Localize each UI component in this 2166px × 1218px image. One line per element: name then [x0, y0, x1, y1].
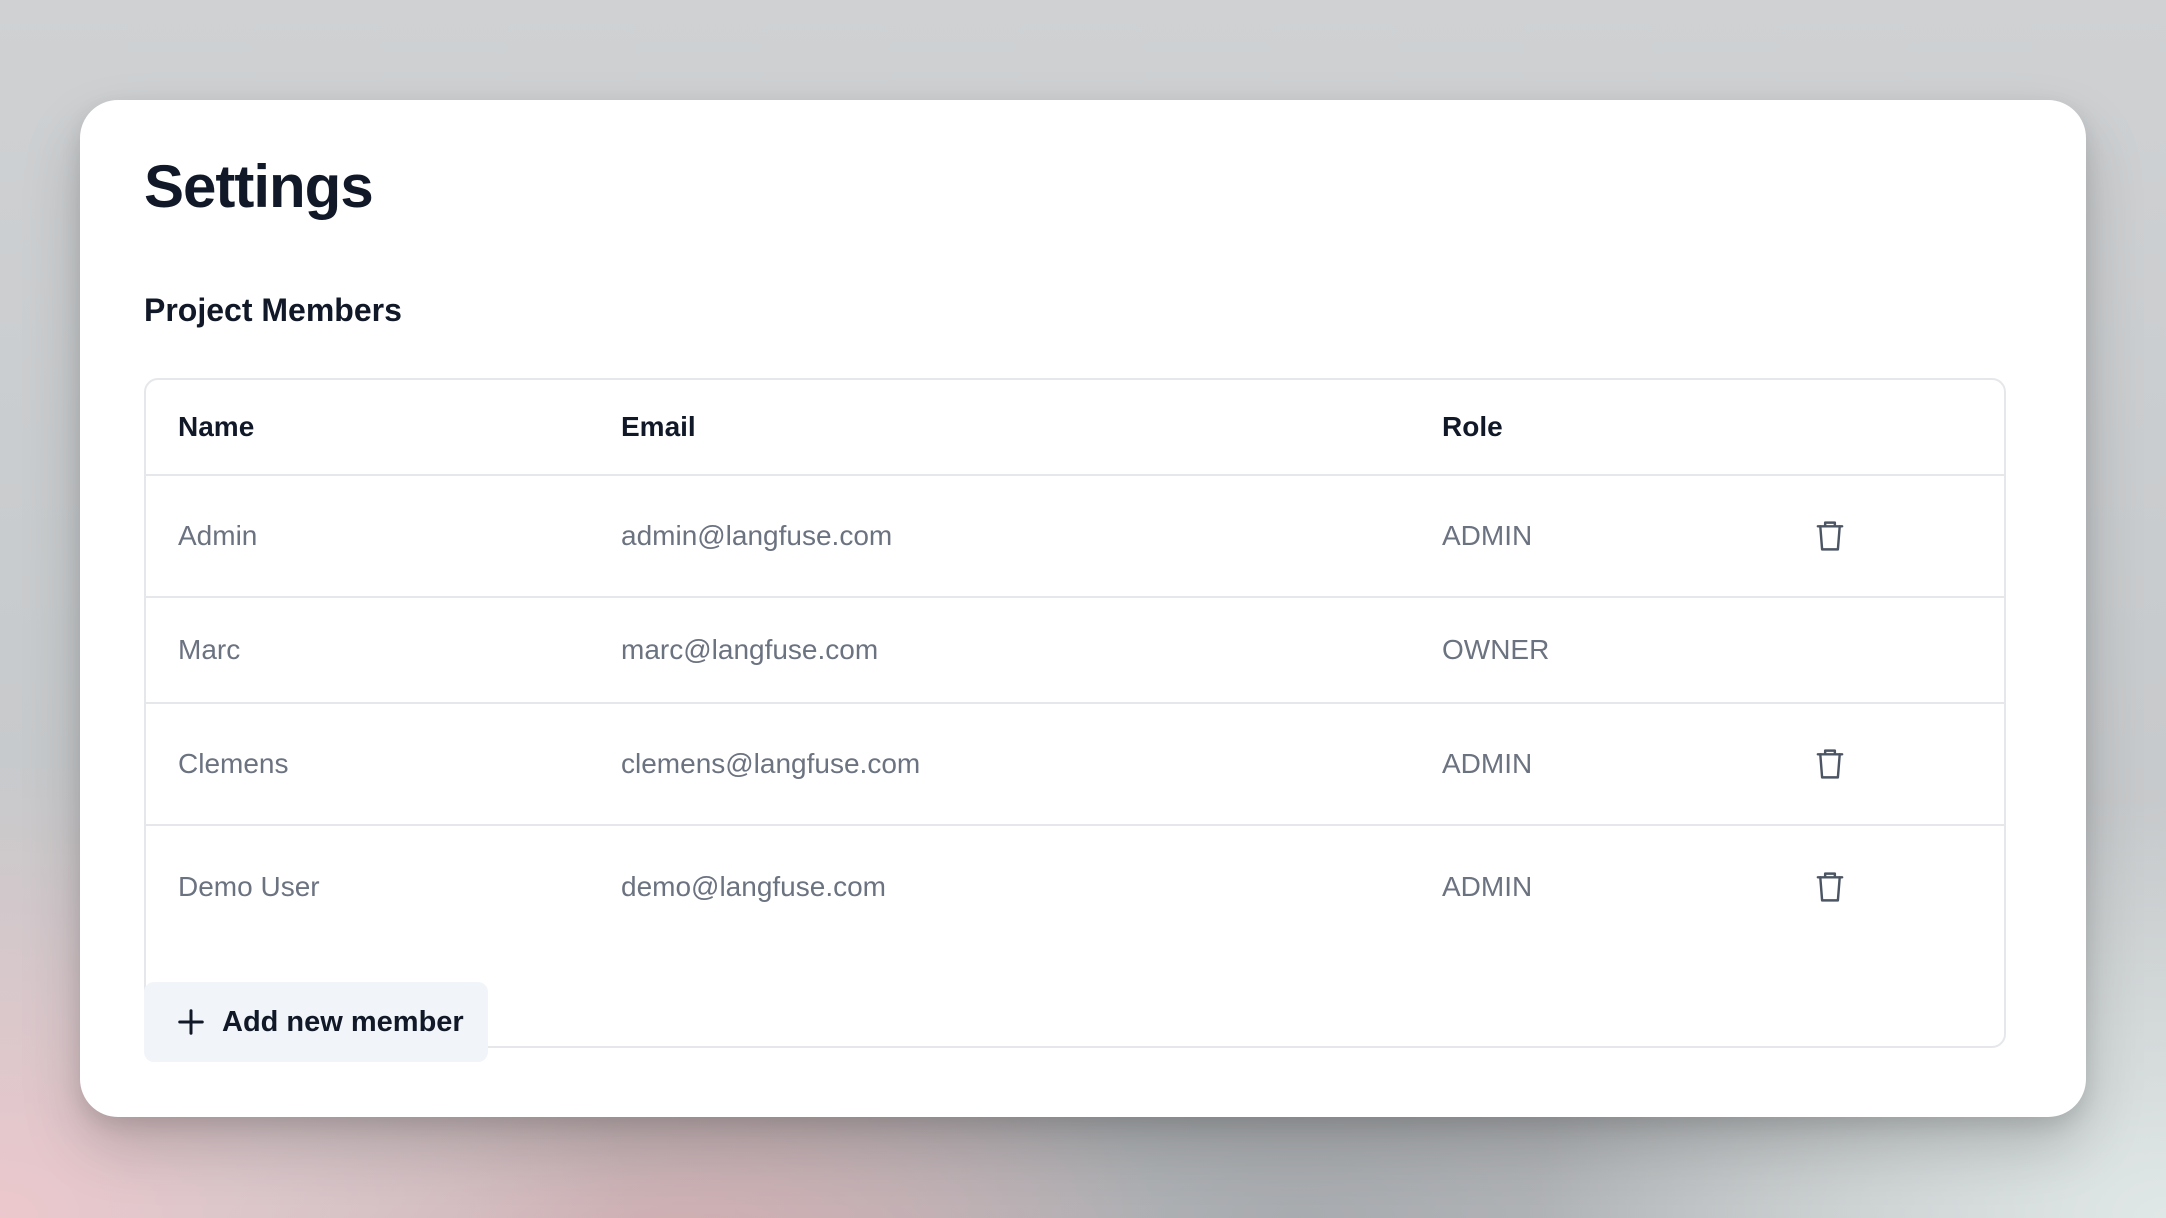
member-name: Marc: [146, 597, 589, 704]
table-row: Clemens clemens@langfuse.com ADMIN: [146, 703, 2004, 826]
row-actions: [1775, 597, 2004, 704]
column-header-actions: [1775, 380, 2004, 476]
column-header-email: Email: [589, 380, 1410, 476]
member-name: Clemens: [146, 703, 589, 826]
table-row: Marc marc@langfuse.com OWNER: [146, 597, 2004, 704]
member-email: admin@langfuse.com: [589, 475, 1410, 598]
table-header-row: Name Email Role: [146, 380, 2004, 476]
members-table: Name Email Role Admin admin@langfuse.com…: [144, 378, 2006, 1048]
trash-icon[interactable]: [1815, 747, 1845, 781]
settings-card: Settings Project Members Name Email Role…: [80, 100, 2086, 1117]
plus-icon: [178, 1009, 204, 1035]
trash-icon[interactable]: [1815, 519, 1845, 553]
member-email: marc@langfuse.com: [589, 597, 1410, 704]
member-name: Demo User: [178, 870, 320, 902]
member-email: clemens@langfuse.com: [589, 703, 1410, 826]
member-role: OWNER: [1410, 597, 1775, 704]
member-email: demo@langfuse.com: [621, 870, 887, 902]
table-row: Demo User demo@langfuse.com ADMIN: [146, 825, 2004, 947]
member-role: ADMIN: [1410, 475, 1775, 598]
member-role: ADMIN: [1410, 703, 1775, 826]
page-title: Settings: [144, 153, 374, 220]
table-row: Admin admin@langfuse.com ADMIN: [146, 475, 2004, 598]
member-role: ADMIN: [1442, 870, 1533, 902]
column-header-name: Name: [146, 380, 589, 476]
add-new-member-button[interactable]: Add new member: [144, 982, 488, 1062]
section-title-project-members: Project Members: [144, 292, 402, 328]
trash-icon[interactable]: [1815, 870, 1845, 904]
add-new-member-label: Add new member: [222, 1005, 464, 1038]
row-actions: [1775, 825, 2004, 947]
row-actions: [1775, 703, 2004, 826]
row-actions: [1775, 475, 2004, 598]
member-name: Admin: [146, 475, 589, 598]
column-header-role: Role: [1410, 380, 1775, 476]
